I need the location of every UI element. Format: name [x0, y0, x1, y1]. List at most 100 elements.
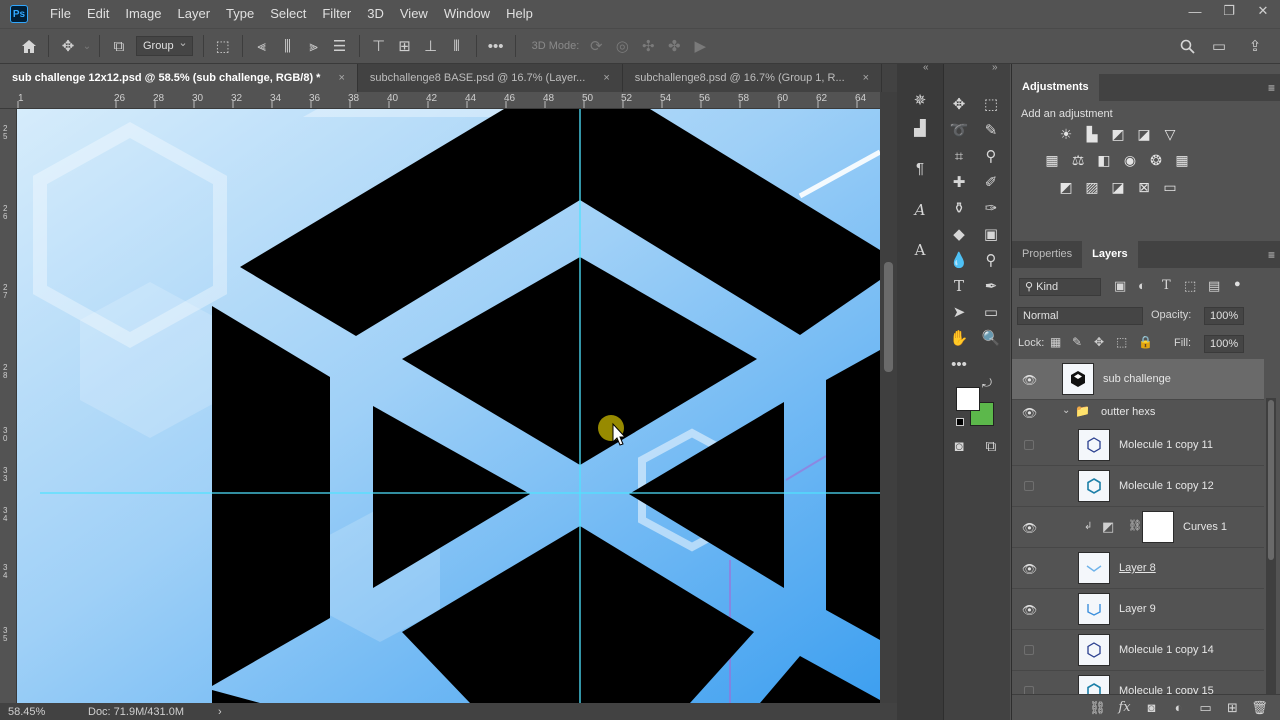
- close-tab-icon[interactable]: ×: [338, 72, 344, 84]
- align-top-icon[interactable]: ☰: [327, 33, 353, 59]
- invert-icon[interactable]: ◩: [1056, 177, 1076, 197]
- adjustments-tab[interactable]: Adjustments: [1012, 74, 1099, 101]
- new-layer-icon[interactable]: ⊞: [1219, 700, 1246, 716]
- tab-layers[interactable]: Layers: [1082, 241, 1138, 268]
- link-icon[interactable]: ⛓: [1128, 519, 1142, 532]
- panel-menu-icon[interactable]: ≡: [1268, 81, 1275, 95]
- hue-saturation-icon[interactable]: ▦: [1042, 150, 1062, 170]
- quick-select-tool-icon[interactable]: ✎: [978, 118, 1004, 142]
- color-lookup-icon[interactable]: ▦: [1172, 150, 1192, 170]
- layer-row[interactable]: 👁 Layer 8: [1012, 548, 1264, 589]
- marquee-tool-icon[interactable]: ⬚: [978, 92, 1004, 116]
- align-right-icon[interactable]: ⫸: [301, 33, 327, 59]
- status-more-icon[interactable]: ›: [218, 706, 222, 718]
- align-center-icon[interactable]: ⫼: [275, 33, 301, 59]
- color-balance-icon[interactable]: ⚖: [1068, 150, 1088, 170]
- auto-select-target-dropdown[interactable]: Group: [136, 34, 193, 56]
- link-layers-icon[interactable]: ⛓: [1084, 700, 1111, 716]
- visibility-eye-icon[interactable]: 👁: [1022, 562, 1037, 576]
- 3d-slide-icon[interactable]: ✤: [661, 33, 687, 59]
- close-tab-icon[interactable]: ×: [603, 72, 609, 84]
- 3d-roll-icon[interactable]: ◎: [609, 33, 635, 59]
- tab-subchallenge8-base[interactable]: subchallenge8 BASE.psd @ 16.7% (Layer...…: [358, 64, 623, 92]
- 3d-pan-icon[interactable]: ✣: [635, 33, 661, 59]
- more-options-icon[interactable]: •••: [483, 33, 509, 59]
- delete-layer-icon[interactable]: 🗑: [1246, 700, 1273, 716]
- move-tool-icon[interactable]: ✥: [55, 33, 81, 59]
- navigator-icon[interactable]: ✵: [907, 88, 933, 112]
- filter-shape-icon[interactable]: ⬚: [1184, 278, 1196, 294]
- layer-row[interactable]: Molecule 1 copy 15: [1012, 671, 1264, 694]
- tab-sub-challenge[interactable]: sub challenge 12x12.psd @ 58.5% (sub cha…: [0, 64, 358, 92]
- selective-color-icon[interactable]: ⊠: [1134, 177, 1154, 197]
- menu-file[interactable]: File: [42, 0, 79, 28]
- swap-colors-icon[interactable]: ⤾: [980, 376, 994, 390]
- photo-filter-icon[interactable]: ◉: [1120, 150, 1140, 170]
- default-colors-icon[interactable]: [956, 418, 964, 426]
- quick-mask-icon[interactable]: ◙: [946, 434, 972, 458]
- search-icon[interactable]: [1174, 33, 1200, 59]
- tab-subchallenge8[interactable]: subchallenge8.psd @ 16.7% (Group 1, R...…: [623, 64, 883, 92]
- lock-artboard-icon[interactable]: ⬚: [1116, 335, 1127, 349]
- lock-pixels-icon[interactable]: ✎: [1072, 335, 1082, 349]
- align-vertical-bottom-icon[interactable]: ⊥: [418, 33, 444, 59]
- zoom-level[interactable]: 58.45%: [8, 706, 88, 718]
- close-tab-icon[interactable]: ×: [863, 72, 869, 84]
- menu-filter[interactable]: Filter: [314, 0, 359, 28]
- minimize-button[interactable]: —: [1178, 0, 1212, 22]
- tab-properties[interactable]: Properties: [1012, 241, 1082, 268]
- scrollbar-thumb[interactable]: [1268, 400, 1274, 560]
- new-group-icon[interactable]: ▭: [1192, 700, 1219, 716]
- lock-transparent-icon[interactable]: ▦: [1050, 335, 1061, 349]
- layer-row[interactable]: Molecule 1 copy 12: [1012, 466, 1264, 507]
- brush-tool-icon[interactable]: ✐: [978, 170, 1004, 194]
- visibility-off-box[interactable]: [1024, 686, 1034, 694]
- collapse-icon[interactable]: «: [923, 62, 929, 73]
- 3d-camera-icon[interactable]: ▶: [687, 33, 713, 59]
- expand-icon[interactable]: »: [992, 62, 998, 73]
- panel-menu-icon[interactable]: ≡: [1268, 248, 1275, 262]
- glyphs-icon[interactable]: A: [907, 238, 933, 262]
- menu-window[interactable]: Window: [436, 0, 498, 28]
- filter-adjustment-icon[interactable]: ◐: [1138, 278, 1146, 293]
- gradient-tool-icon[interactable]: ▣: [978, 222, 1004, 246]
- blend-mode-dropdown[interactable]: Normal: [1017, 307, 1143, 325]
- gradient-map-icon[interactable]: ▭: [1160, 177, 1180, 197]
- paragraph-icon[interactable]: ¶: [907, 156, 933, 180]
- move-tool-icon[interactable]: ✥: [946, 92, 972, 116]
- opacity-input[interactable]: 100%: [1204, 307, 1244, 325]
- menu-edit[interactable]: Edit: [79, 0, 117, 28]
- align-left-icon[interactable]: ⫷: [249, 33, 275, 59]
- filter-toggle-icon[interactable]: ●: [1234, 278, 1241, 290]
- layer-row[interactable]: 👁 ↲ ◩ ⛓ Curves 1: [1012, 507, 1264, 548]
- exposure-icon[interactable]: ◪: [1134, 124, 1154, 144]
- layer-row[interactable]: 👁 Layer 9: [1012, 589, 1264, 630]
- crop-tool-icon[interactable]: ⌗: [946, 144, 972, 168]
- align-vertical-center-icon[interactable]: ⊞: [392, 33, 418, 59]
- history-brush-tool-icon[interactable]: ✑: [978, 196, 1004, 220]
- layer-filter-kind[interactable]: ⚲ Kind: [1019, 278, 1101, 296]
- fill-input[interactable]: 100%: [1204, 335, 1244, 353]
- posterize-icon[interactable]: ▨: [1082, 177, 1102, 197]
- filter-smart-object-icon[interactable]: ▤: [1208, 278, 1220, 294]
- layer-row[interactable]: 👁 sub challenge: [1012, 359, 1264, 400]
- lasso-tool-icon[interactable]: ➰: [946, 118, 972, 142]
- blur-tool-icon[interactable]: 💧: [946, 248, 972, 272]
- menu-3d[interactable]: 3D: [359, 0, 392, 28]
- 3d-orbit-icon[interactable]: ⟳: [583, 33, 609, 59]
- layers-scrollbar[interactable]: [1266, 398, 1276, 694]
- healing-brush-tool-icon[interactable]: ✚: [946, 170, 972, 194]
- share-icon[interactable]: ⇪: [1242, 33, 1268, 59]
- visibility-off-box[interactable]: [1024, 481, 1034, 491]
- type-tool-icon[interactable]: T: [946, 274, 972, 298]
- align-vertical-top-icon[interactable]: ⊤: [366, 33, 392, 59]
- path-select-tool-icon[interactable]: ➤: [946, 300, 972, 324]
- visibility-eye-icon[interactable]: 👁: [1022, 603, 1037, 617]
- rectangle-tool-icon[interactable]: ▭: [978, 300, 1004, 324]
- distribute-icon[interactable]: ⫴: [444, 33, 470, 59]
- lock-all-icon[interactable]: 🔒: [1138, 335, 1153, 349]
- vertical-scrollbar[interactable]: [880, 92, 897, 703]
- visibility-eye-icon[interactable]: 👁: [1022, 521, 1037, 535]
- close-window-button[interactable]: ✕: [1246, 0, 1280, 22]
- foreground-color-swatch[interactable]: [956, 387, 980, 411]
